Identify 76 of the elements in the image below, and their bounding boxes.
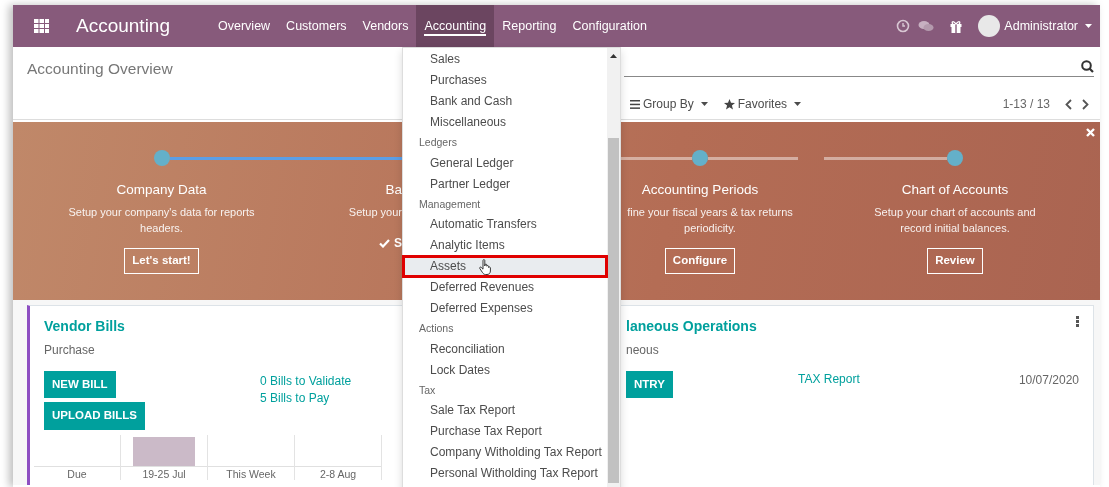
journal-subtitle: Purchase: [44, 342, 95, 359]
menu-item[interactable]: Reporting: [494, 5, 565, 47]
close-icon: [1086, 128, 1095, 137]
dropdown-item[interactable]: Purchase Tax Report: [403, 421, 607, 442]
step-title: Chart of Accounts: [901, 181, 1009, 199]
step-title: Company Data: [116, 181, 207, 199]
step-title: Accounting Periods: [641, 181, 759, 199]
step-dot: [947, 150, 963, 166]
dropdown-item[interactable]: Assets: [403, 256, 607, 277]
menu-section-header: Management: [418, 196, 482, 212]
dropdown-item[interactable]: Deferred Expenses: [403, 298, 607, 319]
caret-icon: [1085, 24, 1092, 28]
app-title: Accounting: [76, 13, 170, 38]
step-description: Setup your chart of accounts and record initial balances.: [873, 205, 1037, 237]
step-description: Setup your company's data for reports headers.: [67, 205, 256, 237]
menu-section-header: Tax: [418, 382, 437, 398]
graph-label: This Week: [225, 466, 277, 480]
menu-item[interactable]: Configuration: [564, 5, 655, 47]
menu-section-header: Ledgers: [418, 135, 458, 150]
pager-value: 1-13 / 13: [1002, 96, 1050, 114]
dropdown-item[interactable]: Company Witholding Tax Report: [403, 442, 607, 463]
dropdown-item[interactable]: Personal Witholding Tax Report: [403, 463, 607, 484]
dropdown-item[interactable]: Sale Tax Report: [403, 400, 607, 421]
dropdown-item[interactable]: Bank and Cash: [403, 91, 607, 112]
step-description: Setup your: [348, 205, 402, 221]
group-by-button[interactable]: Group By: [625, 95, 713, 114]
dropdown-item[interactable]: Deferred Revenues: [403, 277, 607, 298]
chevron-left-icon: [1065, 98, 1072, 110]
graph-label: 19-25 Jul: [141, 466, 187, 480]
journal-subtitle: neous: [626, 342, 659, 359]
dropdown-item[interactable]: Lock Dates: [403, 359, 607, 381]
dropdown-item[interactable]: Miscellaneous: [403, 112, 607, 133]
user-menu[interactable]: Administrator: [978, 15, 1092, 37]
grid-icon: [33, 19, 49, 33]
chat-icon[interactable]: [918, 19, 935, 33]
menu-item[interactable]: Customers: [278, 5, 355, 47]
step-dot: [692, 150, 708, 166]
breadcrumb-title: Accounting Overview: [26, 59, 174, 79]
dropdown-item[interactable]: Reconciliation: [403, 338, 607, 360]
step-description: fine your fiscal years & tax returns periodicity.: [626, 205, 794, 237]
dropdown-item[interactable]: Sales: [403, 49, 607, 70]
journal-date: 10/07/2020: [1018, 372, 1079, 389]
favorites-button[interactable]: Favorites: [718, 95, 807, 114]
list-icon: [630, 99, 640, 109]
step-dot: [153, 150, 170, 166]
step-title: Ba: [385, 181, 402, 199]
graph-label: 2-8 Aug: [318, 466, 358, 480]
dropdown-item[interactable]: Analytic Items: [403, 235, 607, 256]
caret-icon: [700, 102, 708, 107]
menu-item[interactable]: Accounting: [416, 5, 495, 47]
search-icon: [1081, 60, 1094, 73]
clock-icon[interactable]: [896, 19, 911, 33]
gift-icon[interactable]: [950, 19, 963, 33]
menu-section-header: Actions: [418, 321, 455, 336]
scrollbar[interactable]: [607, 48, 620, 487]
step-button[interactable]: Configure: [664, 248, 736, 274]
menu-item[interactable]: Overview: [210, 5, 279, 47]
step-button[interactable]: Review: [927, 248, 983, 274]
graph-bar: [133, 436, 195, 466]
caret-icon: [794, 102, 802, 107]
scroll-up-icon: [610, 54, 617, 58]
dropdown-item[interactable]: Partner Ledger: [403, 173, 607, 195]
step-status: S: [394, 235, 402, 253]
dropdown-item[interactable]: General Ledger: [403, 152, 607, 174]
avatar: [978, 15, 1001, 37]
more-options-button[interactable]: [1076, 316, 1079, 327]
chevron-right-icon: [1082, 98, 1089, 110]
star-icon: [723, 98, 735, 110]
dropdown-item[interactable]: Automatic Transfers: [403, 214, 607, 235]
menu-item[interactable]: Vendors: [354, 5, 417, 47]
graph-label: Due: [66, 466, 88, 480]
kebab-icon: [1076, 316, 1079, 327]
dropdown-item[interactable]: Purchases: [403, 70, 607, 91]
close-button[interactable]: [1083, 128, 1098, 137]
hand-cursor-icon: [479, 259, 491, 275]
search-field[interactable]: [624, 57, 1094, 77]
